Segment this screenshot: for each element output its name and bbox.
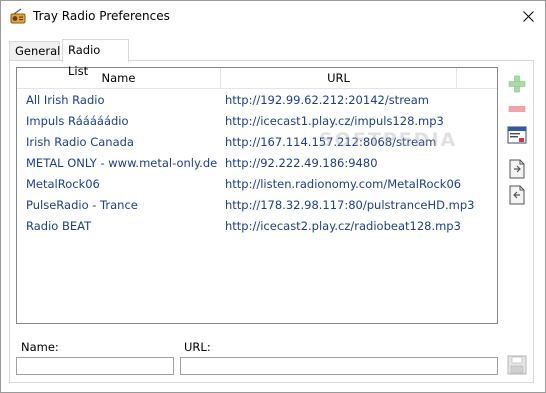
floppy-disk-icon <box>507 355 527 375</box>
station-name: Impuls Rááááádio <box>26 114 129 128</box>
list-item[interactable]: All Irish Radio http://192.99.62.212:201… <box>17 90 497 111</box>
import-button[interactable] <box>505 157 529 181</box>
name-input[interactable] <box>16 357 174 375</box>
export-button[interactable] <box>505 183 529 207</box>
export-file-icon <box>509 185 525 205</box>
list-item[interactable]: METAL ONLY - www.metal-only.de - http://… <box>17 153 497 174</box>
list-item[interactable]: PulseRadio - Trance http://178.32.98.117… <box>17 195 497 216</box>
station-url: http://92.222.49.186:9480 <box>225 156 378 170</box>
remove-station-button[interactable] <box>505 97 529 121</box>
station-url: http://192.99.62.212:20142/stream <box>225 93 429 107</box>
list-item[interactable]: Impuls Rááááádio http://icecast1.play.cz… <box>17 111 497 132</box>
column-header-url[interactable]: URL <box>221 68 457 88</box>
station-url: http://listen.radionomy.com/MetalRock06 <box>225 177 462 191</box>
list-item[interactable]: MetalRock06 http://listen.radionomy.com/… <box>17 174 497 195</box>
tab-radio-list[interactable]: Radio List <box>62 39 129 78</box>
station-name: All Irish Radio <box>26 93 105 107</box>
list-item[interactable]: Radio BEAT http://icecast2.play.cz/radio… <box>17 216 497 237</box>
station-name: Radio BEAT <box>26 219 92 233</box>
edit-window-icon <box>507 126 527 144</box>
url-input[interactable] <box>180 357 498 375</box>
window-title: Tray Radio Preferences <box>33 9 170 23</box>
station-url: http://167.114.157.212:8068/stream <box>225 135 437 149</box>
station-url: http://178.32.98.117:80/pulstranceHD.mp3 <box>225 198 475 212</box>
station-name: Irish Radio Canada <box>26 135 134 149</box>
station-name: MetalRock06 <box>26 177 100 191</box>
plus-icon <box>508 75 526 93</box>
save-button[interactable] <box>505 353 529 377</box>
title-bar: Tray Radio Preferences <box>1 1 545 32</box>
station-name: METAL ONLY - www.metal-only.de - <box>26 156 219 170</box>
preferences-window: Tray Radio Preferences General Radio Lis… <box>0 0 546 393</box>
radio-list-view[interactable]: Name URL All Irish Radio http://192.99.6… <box>16 67 498 324</box>
station-name: PulseRadio - Trance <box>26 198 138 212</box>
close-icon <box>522 10 534 22</box>
name-field-label: Name: <box>21 340 59 354</box>
column-header-filler <box>457 68 497 88</box>
edit-station-button[interactable] <box>505 123 529 147</box>
station-url: http://icecast1.play.cz/impuls128.mp3 <box>225 114 444 128</box>
list-header: Name URL <box>17 68 497 89</box>
add-station-button[interactable] <box>505 72 529 96</box>
list-rows: All Irish Radio http://192.99.62.212:201… <box>17 90 497 237</box>
station-url: http://icecast2.play.cz/radiobeat128.mp3 <box>225 219 461 233</box>
import-file-icon <box>509 159 525 179</box>
tab-general[interactable]: General <box>9 41 60 60</box>
minus-icon <box>508 106 526 112</box>
close-button[interactable] <box>511 1 545 31</box>
column-header-name[interactable]: Name <box>17 68 221 88</box>
list-item[interactable]: Irish Radio Canada http://167.114.157.21… <box>17 132 497 153</box>
radio-app-icon <box>10 8 26 24</box>
url-field-label: URL: <box>184 340 211 354</box>
